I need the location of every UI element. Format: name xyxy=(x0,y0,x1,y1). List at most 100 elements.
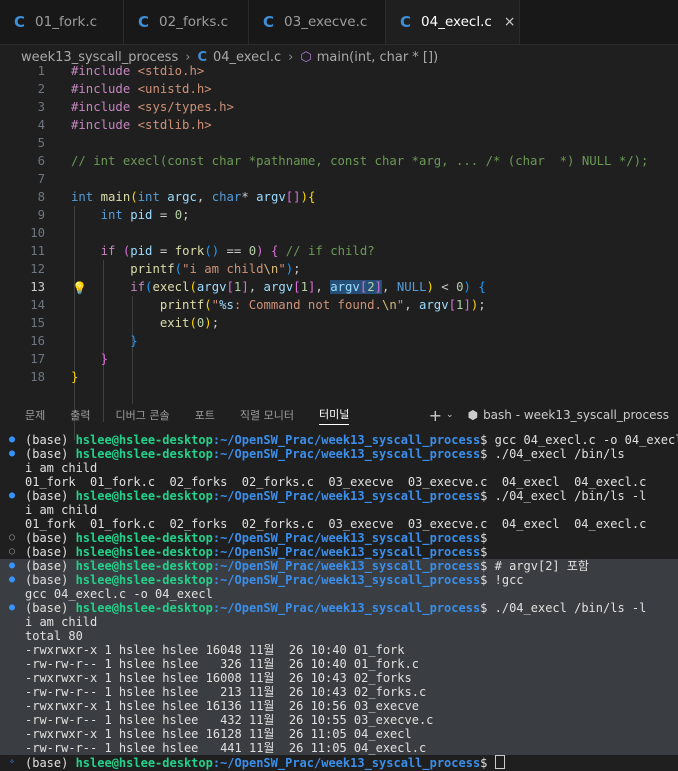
new-terminal-button[interactable]: + xyxy=(429,406,442,425)
terminal-line: ○ (base) hslee@hslee-desktop:~/OpenSW_Pra… xyxy=(0,531,678,545)
line-number: 6 xyxy=(37,154,45,168)
output-text: i am child xyxy=(25,461,98,475)
sparkle-icon[interactable]: ✧ xyxy=(0,755,24,769)
tab-debug-console[interactable]: 디버그 콘솔 xyxy=(116,407,170,423)
chevron-down-icon[interactable]: ⌄ xyxy=(446,410,454,420)
terminal-line: ● (base) hslee@hslee-desktop:~/OpenSW_Pra… xyxy=(0,489,678,503)
command-text: $ ./04_execl /bin/ls -l xyxy=(480,489,647,503)
prompt-user: hslee@hslee-desktop xyxy=(75,601,213,615)
prompt-user: hslee@hslee-desktop xyxy=(75,433,213,447)
terminal-line: ✧ (base) hslee@hslee-desktop:~/OpenSW_Pra… xyxy=(0,755,678,770)
code-token: #include xyxy=(71,100,131,114)
tab-01-fork[interactable]: C 01_fork.c xyxy=(0,0,124,44)
code-token: if xyxy=(100,244,116,258)
code-token: pid xyxy=(130,208,153,222)
tab-04-execl[interactable]: C 04_execl.c × xyxy=(386,0,520,44)
command-decoration-icon[interactable]: ● xyxy=(0,559,24,573)
command-decoration-icon[interactable]: ● xyxy=(0,573,24,587)
code-token: 1 xyxy=(300,280,308,294)
prompt-user: hslee@hslee-desktop xyxy=(75,531,213,545)
terminal-line: ● (base) hslee@hslee-desktop:~/OpenSW_Pra… xyxy=(0,559,678,573)
prompt-path: :~/OpenSW_Prac/week13_syscall_process xyxy=(212,531,481,545)
command-empty-decoration-icon[interactable]: ○ xyxy=(0,531,24,545)
terminal-line: i am child xyxy=(0,503,678,517)
code-token: " xyxy=(211,298,220,312)
prompt-user: hslee@hslee-desktop xyxy=(75,489,213,503)
output-text: 01_fork 01_fork.c 02_forks 02_forks.c 03… xyxy=(25,517,647,531)
terminal-instance-label[interactable]: bash - week13_syscall_process xyxy=(483,408,669,422)
terminal-line: ● (base) hslee@hslee-desktop:~/OpenSW_Pra… xyxy=(0,573,678,587)
code-line-current: 13 💡 if(execl(argv[1], argv[1], argv[2], … xyxy=(0,278,678,296)
command-text: $ ./04_execl /bin/ls xyxy=(480,447,625,461)
prompt-user: hslee@hslee-desktop xyxy=(75,573,213,587)
terminal-line: -rwxrwxr-x 1 hslee hslee 16008 11월 26 10… xyxy=(0,671,678,685)
conda-env: (base) xyxy=(25,545,76,559)
close-icon[interactable]: × xyxy=(504,14,516,30)
code-token: argv xyxy=(256,190,286,204)
conda-env: (base) xyxy=(25,489,76,503)
code-token: argc xyxy=(167,190,197,204)
code-token: if xyxy=(130,280,146,294)
code-line: 11 if (pid = fork() == 0) { // if child? xyxy=(0,242,678,260)
tab-serial-monitor[interactable]: 직렬 모니터 xyxy=(240,407,294,423)
code-editor[interactable]: 1 #include <stdio.h> 2 #include <unistd.h>… xyxy=(0,62,678,440)
code-token: <stdlib.h> xyxy=(130,118,212,132)
code-token: 0 xyxy=(174,208,183,222)
code-line: 8 int main(int argc, char* argv[]){ xyxy=(0,188,678,206)
code-token: char xyxy=(211,190,242,204)
code-token: exit xyxy=(159,316,190,330)
terminal-line: 01_fork 01_fork.c 02_forks 02_forks.c 03… xyxy=(0,475,678,489)
line-number: 15 xyxy=(30,316,45,330)
prompt-path: :~/OpenSW_Prac/week13_syscall_process xyxy=(212,756,481,770)
command-decoration-icon[interactable]: ● xyxy=(0,447,24,461)
code-token: fork xyxy=(174,244,205,258)
tab-problems[interactable]: 문제 xyxy=(25,407,45,423)
code-token: <stdio.h> xyxy=(130,64,205,78)
prompt-user: hslee@hslee-desktop xyxy=(75,545,213,559)
code-line: 12 printf("i am child\n"); xyxy=(0,260,678,278)
code-line: 14 printf("%s: Command not found.\n", ar… xyxy=(0,296,678,314)
terminal-output[interactable]: ● (base) hslee@hslee-desktop:~/OpenSW_Pra… xyxy=(0,433,678,770)
code-line: 7 xyxy=(0,170,678,188)
tab-ports[interactable]: 포트 xyxy=(195,407,215,423)
command-text: $ # argv[2] 포함 xyxy=(480,559,589,573)
conda-env: (base) xyxy=(25,559,76,573)
code-line: 17 } xyxy=(0,350,678,368)
line-number: 18 xyxy=(30,370,45,384)
code-line: 6 // int execl(const char *pathname, cons… xyxy=(0,152,678,170)
tab-output[interactable]: 출력 xyxy=(70,407,90,423)
line-number: 10 xyxy=(30,226,45,240)
code-token: #include xyxy=(71,118,131,132)
terminal-line: -rwxrwxr-x 1 hslee hslee 16048 11월 26 10… xyxy=(0,643,678,657)
command-text: $ xyxy=(480,545,488,559)
command-text: $ gcc 04_execl.c -o 04_execl xyxy=(480,433,678,447)
editor-tab-bar: C 01_fork.c C 02_forks.c C 03_execve.c C 04_… xyxy=(0,0,678,45)
output-text: -rw-rw-r-- 1 hslee hslee 432 11월 26 10:5… xyxy=(25,713,434,727)
code-line: 4 #include <stdlib.h> xyxy=(0,116,678,134)
tab-03-execve[interactable]: C 03_execve.c xyxy=(249,0,386,44)
code-token: : Command not found. xyxy=(233,298,382,312)
code-token: <unistd.h> xyxy=(130,82,212,96)
code-line: 1 #include <stdio.h> xyxy=(0,62,678,80)
code-comment: // if child? xyxy=(285,244,375,258)
command-text: $ ./04_execl /bin/ls -l xyxy=(480,601,647,615)
tab-terminal[interactable]: 터미널 xyxy=(318,406,350,425)
command-empty-decoration-icon[interactable]: ○ xyxy=(0,545,24,559)
code-token: NULL xyxy=(396,280,427,294)
conda-env: (base) xyxy=(25,573,76,587)
prompt-path: :~/OpenSW_Prac/week13_syscall_process xyxy=(212,573,481,587)
terminal-cursor xyxy=(494,755,505,769)
c-file-icon: C xyxy=(14,13,26,31)
command-text: $ xyxy=(480,531,488,545)
terminal-line: -rw-rw-r-- 1 hslee hslee 432 11월 26 10:5… xyxy=(0,713,678,727)
tab-02-forks[interactable]: C 02_forks.c xyxy=(124,0,249,44)
command-decoration-icon[interactable]: ● xyxy=(0,433,24,447)
command-text: $ xyxy=(480,756,495,770)
code-comment: // int execl(const char *pathname, const… xyxy=(71,154,649,168)
code-token: #include xyxy=(71,82,131,96)
code-token: " xyxy=(278,262,286,276)
command-decoration-icon[interactable]: ● xyxy=(0,489,24,503)
output-text: -rw-rw-r-- 1 hslee hslee 326 11월 26 10:4… xyxy=(25,657,419,671)
command-decoration-icon[interactable]: ● xyxy=(0,601,24,615)
tab-label: 01_fork.c xyxy=(35,14,98,30)
